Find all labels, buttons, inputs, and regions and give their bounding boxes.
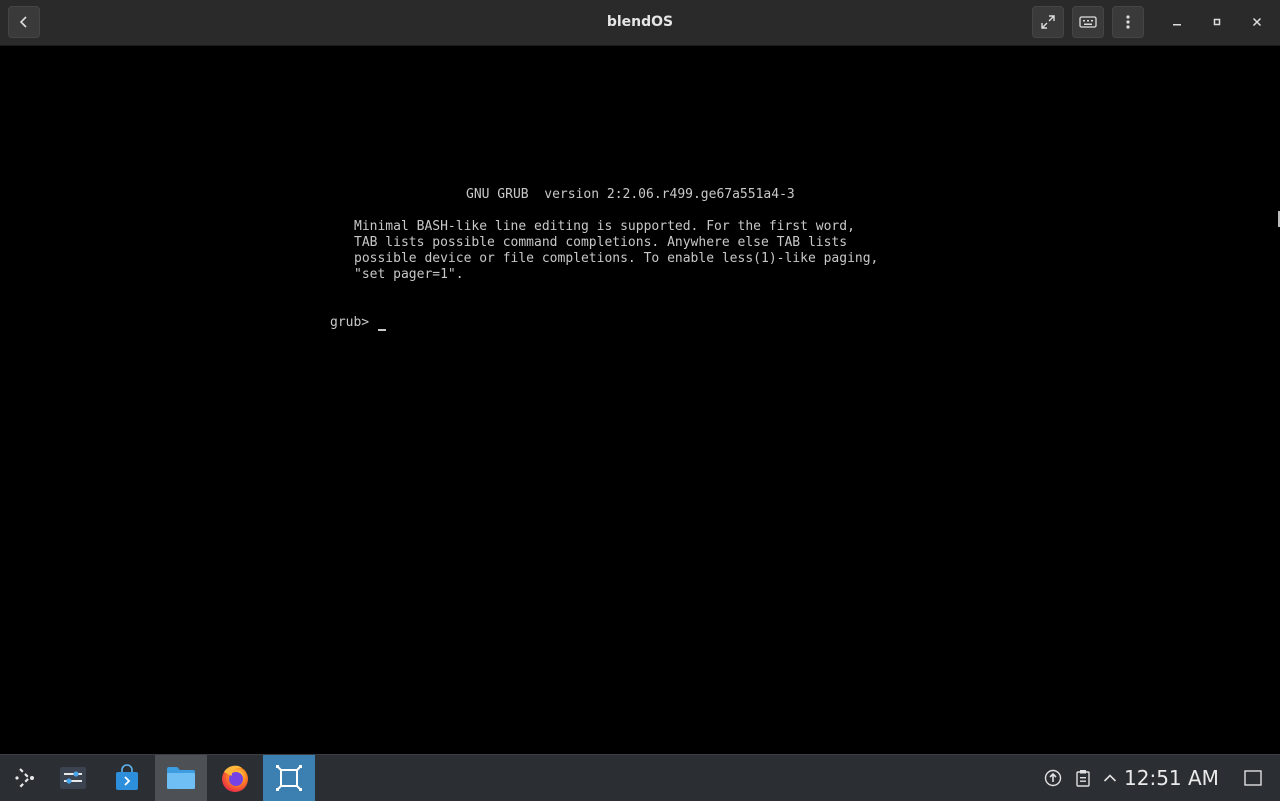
- close-icon: [1252, 17, 1262, 27]
- taskbar-software-store[interactable]: [101, 755, 153, 801]
- show-desktop-button[interactable]: [1243, 768, 1263, 788]
- clock[interactable]: 12:51 AM: [1124, 755, 1219, 801]
- taskbar-virtual-machine[interactable]: [263, 755, 315, 801]
- close-button[interactable]: [1241, 6, 1273, 38]
- tray-expand-button[interactable]: [1100, 768, 1120, 788]
- update-notifier-icon: [1044, 769, 1062, 787]
- help-line: TAB lists possible command completions. …: [354, 235, 848, 250]
- application-launcher-button[interactable]: [0, 755, 52, 801]
- firefox-icon: [222, 765, 248, 792]
- software-store-icon: [116, 764, 138, 790]
- menu-button[interactable]: [1112, 6, 1144, 38]
- taskbar-firefox[interactable]: [209, 755, 261, 801]
- clipboard-icon: [1076, 770, 1090, 787]
- text-cursor: [378, 329, 386, 331]
- application-launcher-icon: [15, 768, 34, 788]
- tray-clipboard[interactable]: [1073, 768, 1093, 788]
- file-manager-icon: [167, 767, 195, 789]
- show-desktop-icon: [1244, 770, 1262, 786]
- fullscreen-icon: [1041, 15, 1055, 29]
- tray-update-notifier[interactable]: [1043, 768, 1063, 788]
- window-titlebar: blendOS: [0, 0, 1280, 46]
- maximize-icon: [1213, 18, 1221, 26]
- minimize-button[interactable]: [1161, 6, 1193, 38]
- maximize-button[interactable]: [1201, 6, 1233, 38]
- taskbar-file-manager[interactable]: [155, 755, 207, 801]
- help-line: "set pager=1".: [354, 267, 464, 282]
- system-settings-icon: [60, 767, 86, 789]
- virtual-machine-icon: [276, 765, 302, 791]
- fullscreen-button[interactable]: [1032, 6, 1064, 38]
- grub-console[interactable]: GNU GRUB version 2:2.06.r499.ge67a551a4-…: [0, 46, 1280, 754]
- keyboard-icon: [1079, 16, 1097, 28]
- grub-version-header: GNU GRUB version 2:2.06.r499.ge67a551a4-…: [466, 187, 795, 202]
- more-vertical-icon: [1126, 15, 1130, 29]
- grub-prompt[interactable]: grub>: [330, 315, 377, 331]
- help-line: possible device or file completions. To …: [354, 251, 879, 266]
- taskbar: 12:51 AM: [0, 754, 1280, 801]
- taskbar-system-settings[interactable]: [47, 755, 99, 801]
- help-line: Minimal BASH-like line editing is suppor…: [354, 219, 855, 234]
- expand-tray-icon: [1103, 774, 1117, 782]
- minimize-icon: [1173, 24, 1181, 26]
- keyboard-button[interactable]: [1072, 6, 1104, 38]
